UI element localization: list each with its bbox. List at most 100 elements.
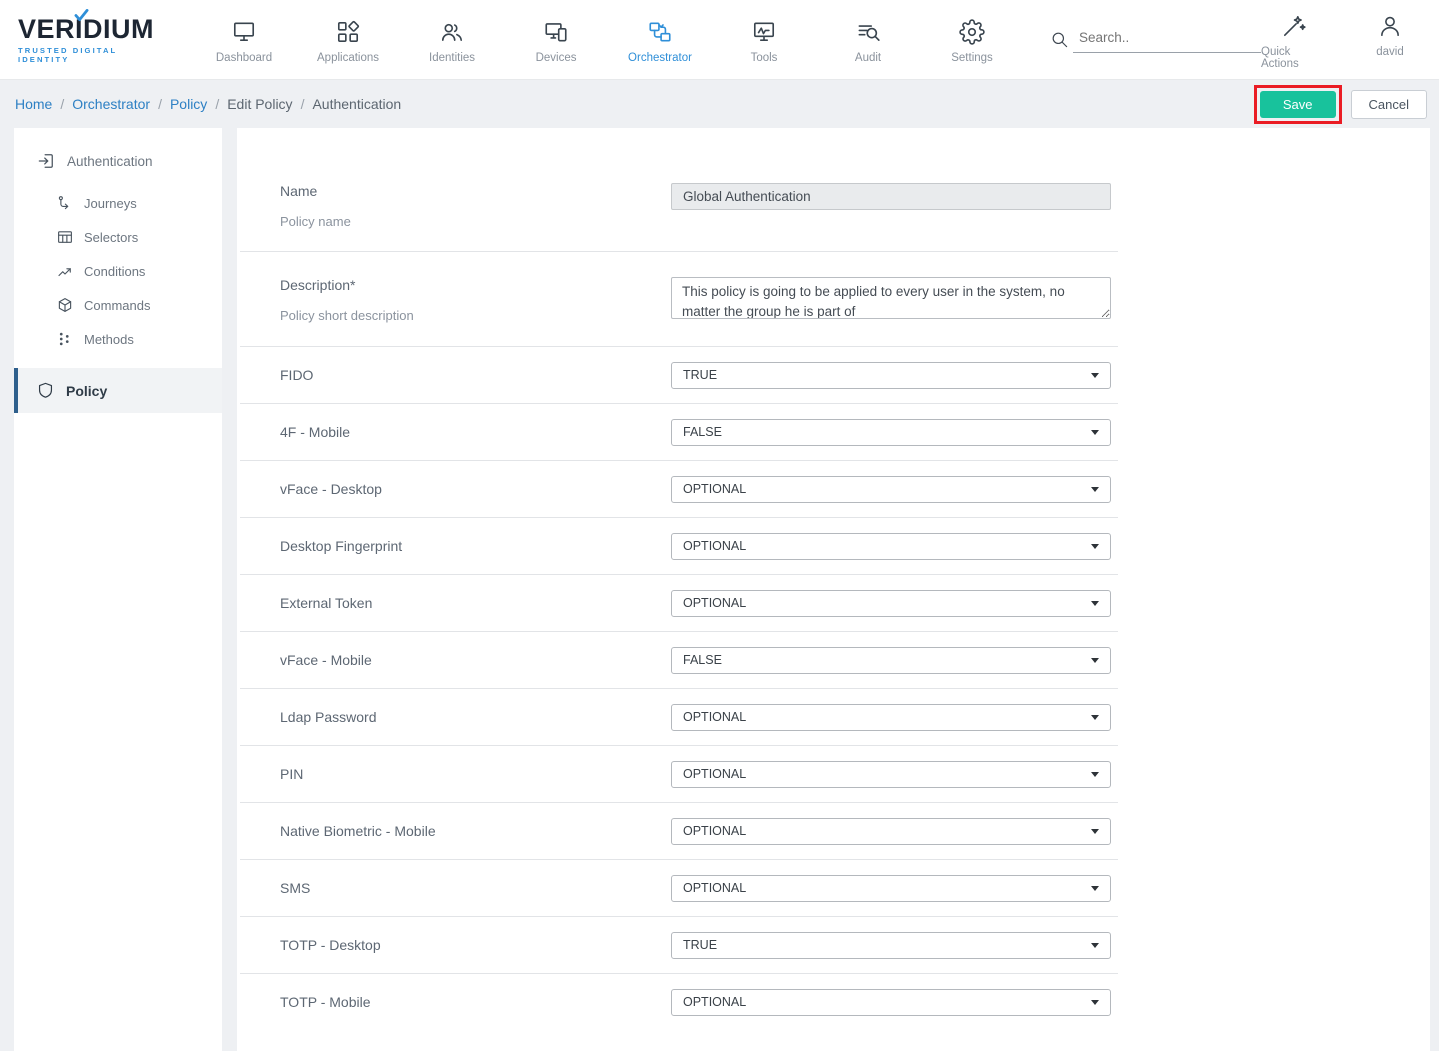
journeys-route-icon — [56, 194, 74, 212]
selectors-table-icon — [56, 228, 74, 246]
nav-label: Dashboard — [216, 52, 272, 64]
chevron-down-icon — [1091, 772, 1099, 777]
sidebar-item-policy-active[interactable]: Policy — [14, 368, 222, 413]
orchestrator-icon — [647, 19, 673, 45]
setting-dropdown-value: OPTIONAL — [683, 710, 746, 724]
sidebar-item-authentication[interactable]: Authentication — [14, 138, 222, 186]
conditions-branch-icon — [56, 262, 74, 280]
description-field-row: Description* Policy short description Th… — [240, 251, 1118, 346]
name-label: Name — [280, 183, 671, 199]
setting-dropdown[interactable]: TRUE — [671, 932, 1111, 959]
setting-dropdown[interactable]: OPTIONAL — [671, 989, 1111, 1016]
setting-label: TOTP - Mobile — [240, 994, 671, 1010]
tools-icon — [751, 19, 777, 45]
setting-dropdown-value: OPTIONAL — [683, 539, 746, 553]
breadcrumb-link[interactable]: Home — [15, 96, 52, 112]
sidebar-item-selectors[interactable]: Selectors — [14, 220, 222, 254]
nav-label: Applications — [317, 52, 379, 64]
setting-dropdown[interactable]: OPTIONAL — [671, 761, 1111, 788]
nav-item-audit[interactable]: Audit — [816, 15, 920, 64]
nav-label: david — [1376, 46, 1404, 58]
policy-form: Name Policy name Description* Policy sho… — [240, 158, 1118, 1030]
setting-label: TOTP - Desktop — [240, 937, 671, 953]
setting-label: vFace - Desktop — [240, 481, 671, 497]
policy-setting-row: vFace - Mobile FALSE — [240, 631, 1118, 688]
breadcrumb-link[interactable]: Authentication — [312, 96, 401, 112]
policy-setting-row: External Token OPTIONAL — [240, 574, 1118, 631]
save-highlight-annotation: Save — [1254, 85, 1342, 124]
setting-dropdown[interactable]: FALSE — [671, 647, 1111, 674]
nav-label: Devices — [536, 52, 577, 64]
setting-dropdown-value: FALSE — [683, 653, 722, 667]
name-field-labels: Name Policy name — [240, 183, 671, 229]
breadcrumb: Home / Orchestrator / Policy / Edit Poli… — [15, 96, 401, 112]
name-field-cell — [671, 183, 1111, 210]
commands-cube-icon — [56, 296, 74, 314]
policy-setting-row: TOTP - Desktop TRUE — [240, 916, 1118, 973]
sidebar-item-label: Journeys — [84, 196, 137, 211]
setting-label: Desktop Fingerprint — [240, 538, 671, 554]
name-hint: Policy name — [280, 214, 671, 229]
sidebar-item-label: Methods — [84, 332, 134, 347]
chevron-down-icon — [1091, 487, 1099, 492]
breadcrumb-link[interactable]: Edit Policy — [227, 96, 292, 112]
policy-setting-row: vFace - Desktop OPTIONAL — [240, 460, 1118, 517]
nav-label: Quick Actions — [1261, 46, 1327, 70]
setting-label: 4F - Mobile — [240, 424, 671, 440]
setting-dropdown[interactable]: OPTIONAL — [671, 533, 1111, 560]
quick-actions-button[interactable]: Quick Actions — [1261, 9, 1327, 70]
setting-label: Native Biometric - Mobile — [240, 823, 671, 839]
breadcrumb-link[interactable]: Policy — [170, 96, 207, 112]
nav-item-applications[interactable]: Applications — [296, 15, 400, 64]
setting-dropdown-value: OPTIONAL — [683, 824, 746, 838]
breadcrumb-separator: / — [301, 96, 305, 112]
policy-setting-row: Native Biometric - Mobile OPTIONAL — [240, 802, 1118, 859]
setting-dropdown-value: OPTIONAL — [683, 596, 746, 610]
setting-dropdown[interactable]: OPTIONAL — [671, 590, 1111, 617]
chevron-down-icon — [1091, 601, 1099, 606]
nav-item-identities[interactable]: Identities — [400, 15, 504, 64]
policy-shield-icon — [36, 381, 55, 400]
breadcrumb-link[interactable]: Orchestrator — [72, 96, 150, 112]
nav-item-settings[interactable]: Settings — [920, 15, 1024, 64]
sidebar-item-journeys[interactable]: Journeys — [14, 186, 222, 220]
policy-name-input[interactable] — [671, 183, 1111, 210]
nav-label: Tools — [751, 52, 778, 64]
user-menu[interactable]: david — [1357, 9, 1423, 70]
breadcrumb-separator: / — [158, 96, 162, 112]
nav-label: Settings — [951, 52, 993, 64]
content-area: Authentication Journeys Selectors Condit… — [0, 128, 1439, 1051]
sidebar-item-methods[interactable]: Methods — [14, 322, 222, 356]
sidebar-item-label: Authentication — [67, 154, 153, 169]
setting-dropdown[interactable]: OPTIONAL — [671, 476, 1111, 503]
setting-dropdown[interactable]: TRUE — [671, 362, 1111, 389]
chevron-down-icon — [1091, 715, 1099, 720]
magic-wand-icon — [1281, 13, 1307, 39]
sidebar-item-commands[interactable]: Commands — [14, 288, 222, 322]
save-button[interactable]: Save — [1260, 91, 1336, 118]
nav-item-devices[interactable]: Devices — [504, 15, 608, 64]
settings-gear-icon — [959, 19, 985, 45]
breadcrumb-item: Authentication / — [312, 96, 401, 112]
policy-edit-panel: Name Policy name Description* Policy sho… — [237, 128, 1430, 1051]
nav-item-tools[interactable]: Tools — [712, 15, 816, 64]
search-icon[interactable] — [1050, 30, 1069, 49]
cancel-button[interactable]: Cancel — [1351, 90, 1427, 119]
nav-item-dashboard[interactable]: Dashboard — [192, 15, 296, 64]
name-field-row: Name Policy name — [240, 158, 1118, 251]
search-input[interactable] — [1073, 26, 1261, 53]
sidebar-item-conditions[interactable]: Conditions — [14, 254, 222, 288]
dashboard-icon — [231, 19, 257, 45]
policy-description-textarea[interactable]: This policy is going to be applied to ev… — [671, 277, 1111, 319]
sidebar-item-label: Policy — [66, 383, 107, 399]
setting-dropdown[interactable]: OPTIONAL — [671, 875, 1111, 902]
veridium-logo[interactable]: VERIDIUM TRUSTED DIGITAL IDENTITY — [18, 16, 154, 64]
setting-dropdown[interactable]: OPTIONAL — [671, 704, 1111, 731]
user-avatar-icon — [1377, 13, 1403, 39]
nav-item-orchestrator[interactable]: Orchestrator — [608, 15, 712, 64]
setting-dropdown[interactable]: OPTIONAL — [671, 818, 1111, 845]
setting-dropdown[interactable]: FALSE — [671, 419, 1111, 446]
applications-icon — [335, 19, 361, 45]
setting-dropdown-value: OPTIONAL — [683, 881, 746, 895]
description-field-cell: This policy is going to be applied to ev… — [671, 277, 1111, 324]
